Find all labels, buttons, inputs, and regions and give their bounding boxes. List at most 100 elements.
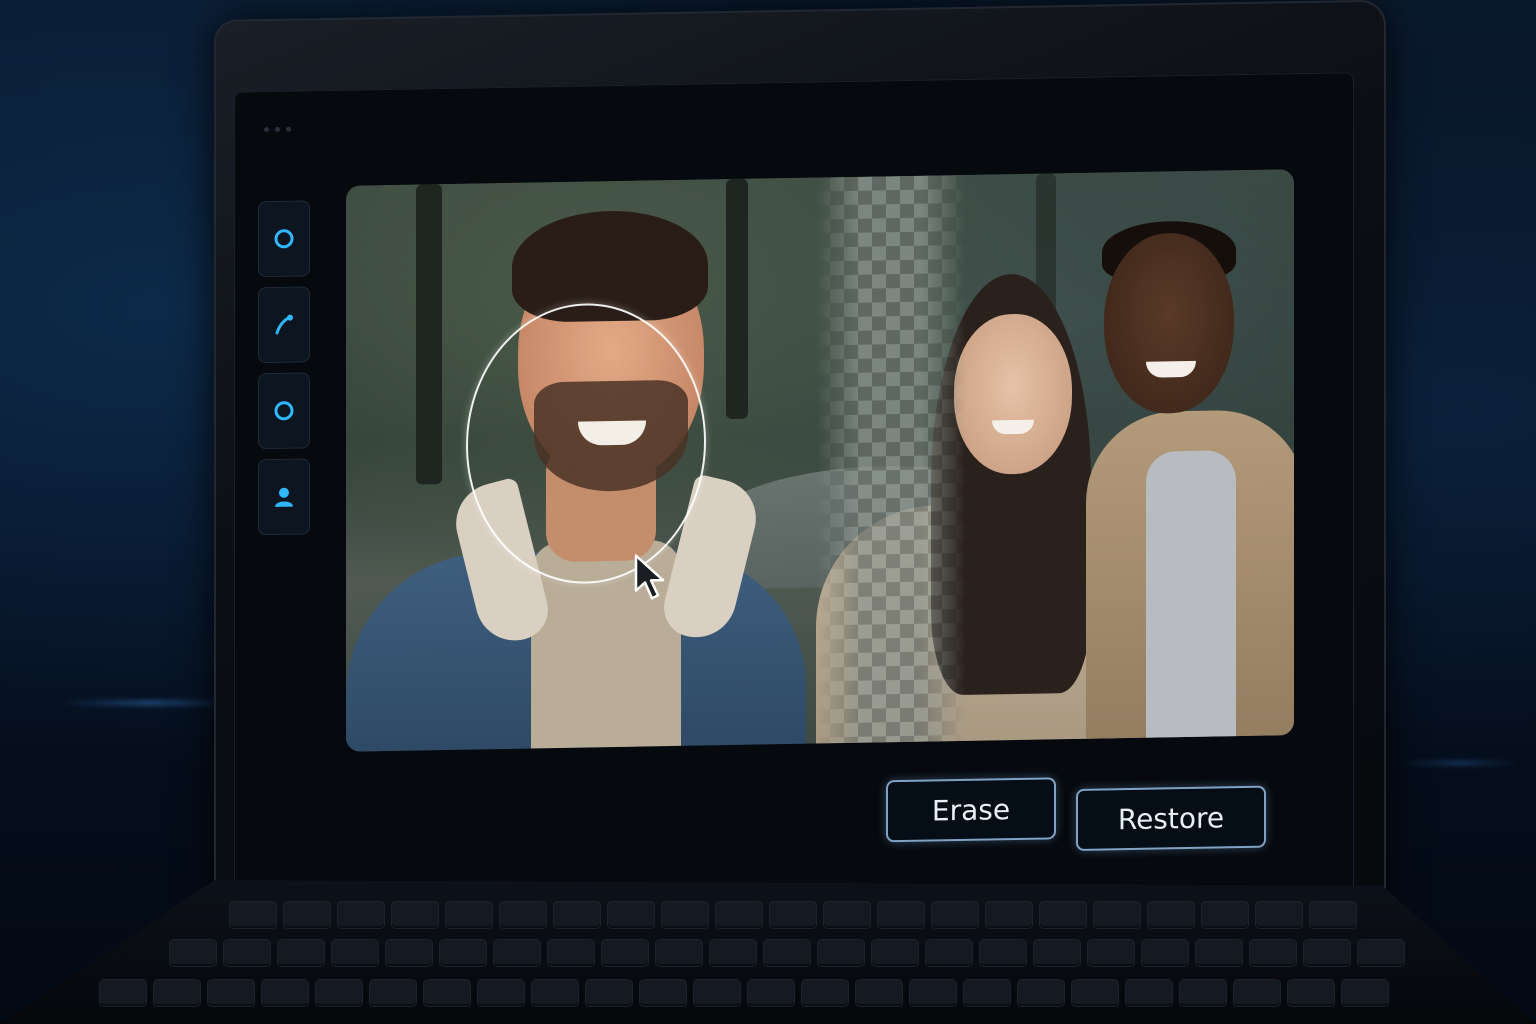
brush-cursor-ring <box>466 301 706 586</box>
key <box>872 940 918 966</box>
key <box>926 940 972 966</box>
circle-tool-button-2[interactable] <box>258 372 310 450</box>
brush-icon <box>275 314 293 335</box>
key <box>910 980 956 1006</box>
key <box>224 940 270 966</box>
scene: Erase Restore <box>0 0 1536 1024</box>
key <box>1250 940 1296 966</box>
key <box>1094 902 1140 928</box>
key <box>500 902 546 928</box>
key <box>964 980 1010 1006</box>
tool-sidebar <box>258 200 318 536</box>
key <box>1202 902 1248 928</box>
keyboard-row <box>100 980 1388 1006</box>
window-dot[interactable] <box>275 126 280 132</box>
key <box>980 940 1026 966</box>
transparency-checkerboard <box>816 174 966 744</box>
key <box>1196 940 1242 966</box>
tree-trunk <box>416 184 442 485</box>
tree-trunk <box>726 178 748 420</box>
key <box>208 980 254 1006</box>
background-glow <box>1400 760 1520 766</box>
person-icon <box>275 487 293 507</box>
key <box>586 980 632 1006</box>
key <box>338 902 384 928</box>
key <box>656 940 702 966</box>
keyboard-row <box>230 902 1356 928</box>
brush-tool-button[interactable] <box>258 286 310 364</box>
key <box>154 980 200 1006</box>
key <box>440 940 486 966</box>
key <box>532 980 578 1006</box>
key <box>1088 940 1134 966</box>
person-tool-button[interactable] <box>258 458 310 536</box>
key <box>1142 940 1188 966</box>
key <box>370 980 416 1006</box>
key <box>802 980 848 1006</box>
key <box>392 902 438 928</box>
key <box>554 902 600 928</box>
key <box>764 940 810 966</box>
key <box>932 902 978 928</box>
key <box>748 980 794 1006</box>
key <box>1126 980 1172 1006</box>
key <box>1072 980 1118 1006</box>
circle-tool-button[interactable] <box>258 200 310 278</box>
laptop-lid: Erase Restore <box>214 0 1386 1011</box>
key <box>424 980 470 1006</box>
key <box>262 980 308 1006</box>
key <box>1288 980 1334 1006</box>
person-man-right-shirt <box>1146 450 1236 752</box>
key <box>824 902 870 928</box>
key <box>1342 980 1388 1006</box>
keyboard-row <box>170 940 1404 966</box>
key <box>818 940 864 966</box>
key <box>284 902 330 928</box>
window-dot[interactable] <box>264 127 269 133</box>
key <box>1034 940 1080 966</box>
key <box>1018 980 1064 1006</box>
key <box>608 902 654 928</box>
key <box>1256 902 1302 928</box>
mouse-pointer-icon <box>634 554 665 600</box>
person-woman-face <box>954 313 1072 476</box>
laptop-keyboard <box>0 880 1536 1024</box>
key <box>386 940 432 966</box>
key <box>230 902 276 928</box>
key <box>548 940 594 966</box>
restore-button[interactable]: Restore <box>1076 785 1266 851</box>
key <box>710 940 756 966</box>
key <box>602 940 648 966</box>
window-controls <box>264 126 291 133</box>
background-glow <box>60 700 240 706</box>
key <box>1040 902 1086 928</box>
key <box>170 940 216 966</box>
key <box>1358 940 1404 966</box>
key <box>878 902 924 928</box>
circle-icon <box>274 401 294 421</box>
key <box>1180 980 1226 1006</box>
window-dot[interactable] <box>286 126 291 132</box>
key <box>1234 980 1280 1006</box>
key <box>716 902 762 928</box>
key <box>694 980 740 1006</box>
laptop-screen: Erase Restore <box>234 72 1354 922</box>
key <box>1310 902 1356 928</box>
key <box>316 980 362 1006</box>
erase-button[interactable]: Erase <box>886 777 1056 843</box>
key <box>856 980 902 1006</box>
key <box>662 902 708 928</box>
key <box>640 980 686 1006</box>
photo-canvas[interactable] <box>346 169 1294 752</box>
key <box>770 902 816 928</box>
key <box>1148 902 1194 928</box>
key <box>1304 940 1350 966</box>
key <box>478 980 524 1006</box>
person-man-right-face <box>1104 232 1234 415</box>
key <box>446 902 492 928</box>
key <box>986 902 1032 928</box>
key <box>278 940 324 966</box>
key <box>100 980 146 1006</box>
circle-icon <box>274 229 294 249</box>
key <box>332 940 378 966</box>
